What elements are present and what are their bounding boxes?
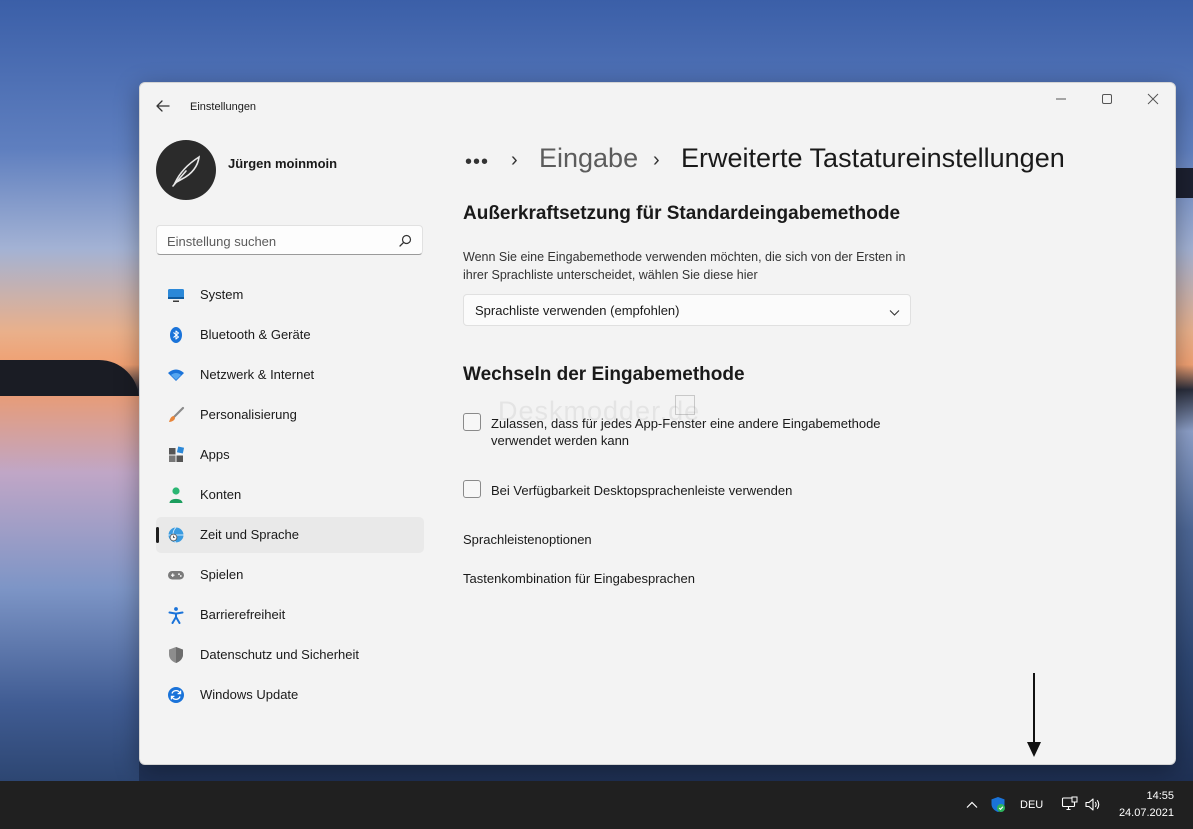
chevron-down-icon xyxy=(889,305,900,316)
section-title-override: Außerkraftsetzung für Standardeingabemet… xyxy=(463,203,901,224)
sidebar-item-time-language[interactable]: Zeit und Sprache xyxy=(156,517,424,553)
sidebar-item-privacy[interactable]: Datenschutz und Sicherheit xyxy=(156,637,424,673)
desktop-wallpaper-right xyxy=(1176,0,1193,781)
volume-icon[interactable] xyxy=(1084,797,1101,812)
back-arrow-icon[interactable] xyxy=(152,95,174,117)
update-icon xyxy=(167,686,185,704)
annotation-arrow-head xyxy=(1027,742,1041,757)
input-method-dropdown[interactable]: Sprachliste verwenden (empfohlen) xyxy=(463,294,911,326)
checkbox-desktop-language-bar-label[interactable]: Bei Verfügbarkeit Desktopsprachenleiste … xyxy=(491,482,931,499)
sidebar-item-gaming[interactable]: Spielen xyxy=(156,557,424,593)
dropdown-selected-value: Sprachliste verwenden (empfohlen) xyxy=(475,303,680,318)
section-title-switching: Wechseln der Eingabemethode xyxy=(463,364,745,385)
sidebar-item-windows-update[interactable]: Windows Update xyxy=(156,677,424,713)
sidebar-item-label: Konten xyxy=(200,487,242,502)
input-language-indicator[interactable]: DEU xyxy=(1020,799,1043,811)
clock-time[interactable]: 14:55 xyxy=(1120,790,1174,802)
checkbox-desktop-language-bar[interactable] xyxy=(463,480,481,498)
wallpaper-lake xyxy=(0,396,139,781)
search-icon[interactable] xyxy=(399,234,412,247)
breadcrumb-item-eingabe[interactable]: Eingabe xyxy=(539,143,638,174)
desktop-wallpaper-left xyxy=(0,0,139,781)
watermark-pen-icon xyxy=(675,395,695,415)
settings-window: Einstellungen Jürgen moinmoin Einstellun… xyxy=(139,82,1176,765)
sidebar-item-label: Apps xyxy=(200,447,230,462)
monitor-icon xyxy=(167,286,185,304)
sidebar-item-label: Personalisierung xyxy=(200,407,297,422)
sidebar-item-network[interactable]: Netzwerk & Internet xyxy=(156,357,424,393)
breadcrumb-more-button[interactable]: ••• xyxy=(465,151,489,174)
checkbox-per-app-input-label[interactable]: Zulassen, dass für jedes App-Fenster ein… xyxy=(491,415,931,449)
app-title: Einstellungen xyxy=(190,101,257,113)
wallpaper-treeline xyxy=(0,360,139,400)
search-input[interactable]: Einstellung suchen xyxy=(156,225,423,255)
minimize-button[interactable] xyxy=(1038,89,1084,109)
page-title: Erweiterte Tastatureinstellungen xyxy=(681,143,1065,173)
sidebar-item-bluetooth[interactable]: Bluetooth & Geräte xyxy=(156,317,424,353)
avatar[interactable] xyxy=(156,140,216,200)
feather-pen-icon xyxy=(172,155,200,187)
accessibility-icon xyxy=(167,606,185,624)
maximize-button[interactable] xyxy=(1084,89,1130,109)
chevron-right-icon: › xyxy=(653,149,660,171)
bluetooth-icon xyxy=(167,326,185,344)
sidebar-item-label: Bluetooth & Geräte xyxy=(200,327,311,342)
brush-icon xyxy=(167,406,185,424)
clock-date[interactable]: 24.07.2021 xyxy=(1112,807,1174,819)
sidebar-item-apps[interactable]: Apps xyxy=(156,437,424,473)
wifi-icon xyxy=(167,366,185,384)
security-shield-icon[interactable] xyxy=(990,796,1006,813)
sidebar-nav: System Bluetooth & Geräte Netzwerk & Int… xyxy=(156,277,424,717)
globe-clock-icon xyxy=(167,526,185,544)
chevron-up-icon[interactable] xyxy=(965,798,979,812)
sidebar-item-label: Netzwerk & Internet xyxy=(200,367,315,382)
sidebar-item-label: Datenschutz und Sicherheit xyxy=(200,647,359,662)
language-bar-options-link[interactable]: Sprachleistenoptionen xyxy=(463,532,592,547)
chevron-right-icon: › xyxy=(511,149,518,171)
sidebar-item-personalization[interactable]: Personalisierung xyxy=(156,397,424,433)
sidebar-item-label: System xyxy=(200,287,244,302)
override-description: Wenn Sie eine Eingabemethode verwenden m… xyxy=(463,250,906,282)
sidebar-item-label: Zeit und Sprache xyxy=(200,527,300,542)
active-indicator xyxy=(156,527,159,543)
sidebar-item-accounts[interactable]: Konten xyxy=(156,477,424,513)
close-button[interactable] xyxy=(1130,89,1175,109)
sidebar-item-label: Spielen xyxy=(200,567,244,582)
search-placeholder: Einstellung suchen xyxy=(167,234,277,249)
apps-icon xyxy=(167,446,185,464)
network-icon[interactable] xyxy=(1061,796,1078,812)
sidebar-item-label: Windows Update xyxy=(200,687,299,702)
sidebar-item-system[interactable]: System xyxy=(156,277,424,313)
gamepad-icon xyxy=(167,566,185,584)
annotation-arrow-line xyxy=(1033,673,1035,745)
shield-icon xyxy=(167,646,185,664)
wallpaper-treeline-right xyxy=(1176,168,1193,198)
profile-name: Jürgen moinmoin xyxy=(228,156,338,171)
sidebar-item-accessibility[interactable]: Barrierefreiheit xyxy=(156,597,424,633)
person-icon xyxy=(167,486,185,504)
input-language-hotkeys-link[interactable]: Tastenkombination für Eingabesprachen xyxy=(463,571,695,586)
title-bar: Einstellungen xyxy=(140,83,1175,129)
checkbox-per-app-input[interactable] xyxy=(463,413,481,431)
sidebar-item-label: Barrierefreiheit xyxy=(200,607,286,622)
taskbar: DEU 14:55 24.07.2021 xyxy=(0,781,1193,829)
